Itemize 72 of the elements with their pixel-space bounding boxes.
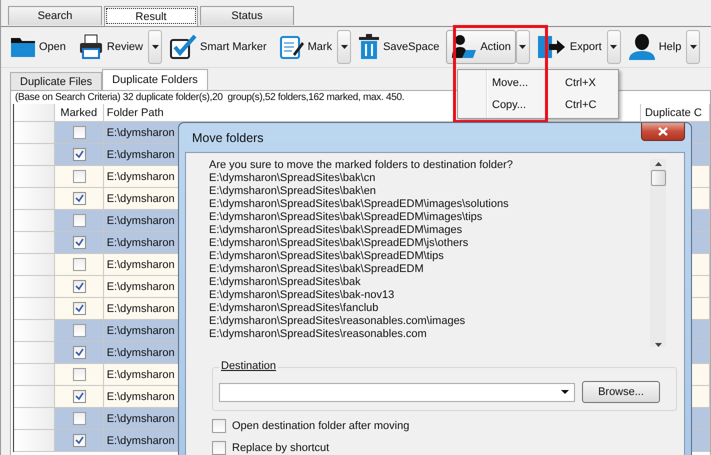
dropdown-button[interactable] bbox=[686, 30, 700, 64]
checkbox[interactable] bbox=[72, 324, 86, 337]
close-button[interactable] bbox=[641, 123, 685, 141]
menu-item[interactable]: Move... Ctrl+X bbox=[458, 72, 618, 94]
summary-text: (Base on Search Criteria) 32 duplicate folder(s),20 group(s),52 folders,162 marked, max. 450. bbox=[14, 91, 406, 104]
caret-icon bbox=[690, 45, 697, 49]
export-icon bbox=[536, 34, 567, 60]
checkbox[interactable] bbox=[72, 170, 86, 183]
message-line: E:\dymsharon\SpreadSites\fanclub bbox=[209, 302, 380, 315]
caret-icon bbox=[561, 390, 569, 394]
notepad-pencil-icon bbox=[278, 34, 305, 60]
message-line: E:\dymsharon\SpreadSites\bak bbox=[209, 276, 362, 289]
checkbox[interactable] bbox=[72, 412, 86, 425]
checkbox[interactable] bbox=[72, 214, 86, 227]
column-header: Duplicate C bbox=[640, 104, 710, 122]
folder-icon bbox=[10, 36, 36, 58]
person-icon bbox=[628, 33, 656, 61]
trash-icon bbox=[358, 34, 380, 60]
main-tab[interactable]: Status bbox=[200, 6, 294, 25]
dialog-title: Move folders bbox=[192, 130, 264, 144]
checkbox[interactable] bbox=[72, 434, 86, 447]
tab[interactable]: Duplicate Folders bbox=[102, 69, 208, 90]
checkbox-label: Open destination folder after moving bbox=[232, 420, 410, 432]
caret-icon bbox=[340, 45, 348, 49]
dropdown-button[interactable] bbox=[516, 30, 530, 64]
toolbar-button[interactable]: Open bbox=[5, 30, 71, 64]
message-line: E:\dymsharon\SpreadSites\bak\SpreadEDM bbox=[209, 263, 425, 276]
checkbox[interactable] bbox=[72, 148, 86, 161]
message-line: E:\dymsharon\SpreadSites\bak\en bbox=[209, 185, 377, 198]
caret-icon bbox=[519, 45, 526, 49]
dropdown-button[interactable] bbox=[606, 30, 621, 64]
toolbar-button[interactable]: Review bbox=[72, 30, 148, 64]
scroll-thumb[interactable] bbox=[650, 170, 666, 186]
header-cell bbox=[14, 104, 56, 122]
checkbox-label: Replace by shortcut bbox=[232, 442, 330, 454]
caret-icon bbox=[610, 45, 618, 49]
checkbox[interactable] bbox=[72, 192, 86, 205]
checkbox[interactable] bbox=[72, 368, 86, 381]
message-line: E:\dymsharon\SpreadSites\bak\SpreadEDM\images\tips bbox=[209, 211, 484, 224]
message-line: E:\dymsharon\SpreadSites\bak\SpreadEDM\js\others bbox=[209, 237, 470, 250]
message-line: E:\dymsharon\SpreadSites\bak\SpreadEDM\images\solutions bbox=[209, 198, 510, 211]
close-icon bbox=[658, 127, 668, 136]
checkbox[interactable] bbox=[72, 390, 86, 403]
toolbar-button[interactable]: Help bbox=[622, 30, 686, 64]
browse-button[interactable]: Browse... bbox=[582, 381, 660, 403]
checkbox[interactable] bbox=[72, 302, 86, 315]
checkbox[interactable] bbox=[212, 441, 226, 455]
caret-icon bbox=[152, 45, 158, 49]
toolbar-button[interactable]: SaveSpace bbox=[353, 30, 444, 64]
checkbox[interactable] bbox=[72, 236, 86, 249]
toolbar-button[interactable]: Action bbox=[446, 30, 516, 64]
toolbar-button[interactable]: Export bbox=[532, 30, 607, 64]
dropdown-button[interactable] bbox=[337, 30, 352, 64]
main-tab[interactable]: Result bbox=[104, 6, 198, 26]
column-header: Marked bbox=[55, 104, 104, 122]
group-label: Destination bbox=[219, 360, 278, 372]
dropdown-button[interactable] bbox=[148, 30, 162, 64]
message-line: E:\dymsharon\SpreadSites\reasonables.com bbox=[209, 328, 428, 341]
checkbox[interactable] bbox=[72, 346, 86, 359]
checkbox[interactable] bbox=[212, 419, 226, 433]
person-laptop-icon bbox=[451, 34, 478, 60]
tab[interactable]: Duplicate Files bbox=[10, 72, 102, 90]
checkmark-icon bbox=[169, 34, 197, 60]
message-line: E:\dymsharon\SpreadSites\bak\cn bbox=[209, 172, 376, 185]
checkbox[interactable] bbox=[72, 258, 86, 271]
toolbar-button[interactable]: Smart Marker bbox=[164, 30, 272, 64]
printer-icon bbox=[78, 34, 104, 60]
toolbar-button[interactable]: Mark bbox=[274, 30, 338, 64]
main-tab[interactable]: Search bbox=[8, 6, 102, 25]
checkbox[interactable] bbox=[72, 280, 86, 293]
scrollbar[interactable] bbox=[650, 159, 666, 347]
checkbox[interactable] bbox=[72, 126, 86, 139]
